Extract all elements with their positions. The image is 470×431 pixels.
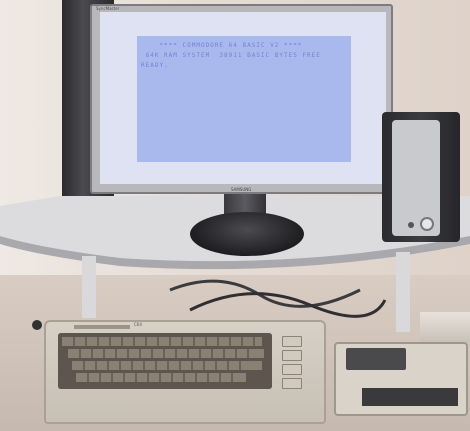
screen-line-1: **** COMMODORE 64 BASIC V2 **** (141, 42, 303, 49)
shelf-leg-right (396, 252, 410, 332)
monitor-model-label: SyncMaster (96, 6, 120, 11)
function-key (282, 336, 302, 347)
speaker-power-light (408, 222, 414, 228)
photo-scene: SyncMaster **** COMMODORE 64 BASIC V2 **… (0, 0, 470, 431)
function-key (282, 350, 302, 361)
datasette-cassette-window (346, 348, 406, 370)
shelf-leg-left (82, 256, 96, 318)
monitor-brand-label: SAMSUNG (231, 187, 252, 192)
c64-label: C64 (134, 322, 142, 327)
c64-screen: **** COMMODORE 64 BASIC V2 **** 64K RAM … (137, 36, 351, 162)
stacked-boxes (420, 312, 470, 342)
function-key (282, 378, 302, 389)
speaker-volume-knob (420, 217, 434, 231)
screen-line-2: 64K RAM SYSTEM 38911 BASIC BYTES FREE (141, 52, 321, 59)
datasette-buttons (362, 388, 458, 406)
cables (169, 279, 387, 318)
c64-keyboard (58, 333, 272, 389)
c64-badge (74, 325, 130, 329)
function-key (282, 364, 302, 375)
desk-knob (32, 320, 42, 330)
c64-function-keys (280, 336, 302, 389)
speaker-front (392, 120, 440, 236)
monitor-stand-base (190, 212, 304, 256)
screen-line-3: READY. (141, 62, 169, 69)
